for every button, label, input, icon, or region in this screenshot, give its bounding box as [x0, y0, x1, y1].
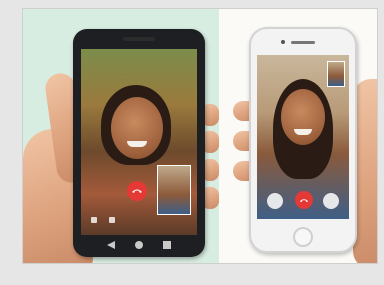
phone-hangup-icon[interactable]	[127, 181, 147, 201]
self-view-thumbnail	[157, 165, 191, 215]
recents-nav-icon[interactable]	[163, 241, 171, 249]
camera-switch-icon[interactable]	[91, 217, 97, 223]
caller-face	[281, 89, 325, 145]
phone-hangup-icon[interactable]	[295, 191, 313, 209]
phone-speaker	[123, 37, 155, 41]
home-nav-icon[interactable]	[135, 241, 143, 249]
front-camera	[281, 40, 285, 44]
photo-frame	[22, 8, 378, 264]
android-phone	[73, 29, 205, 257]
video-icon[interactable]	[109, 217, 115, 223]
home-button[interactable]	[293, 227, 313, 247]
back-nav-icon[interactable]	[107, 241, 115, 249]
phone-speaker	[291, 41, 315, 44]
page-bottom-margin	[22, 266, 378, 285]
microphone-icon[interactable]	[323, 193, 339, 209]
iphone	[249, 27, 357, 253]
caller-smile	[127, 141, 147, 147]
android-video-call-screen	[81, 49, 197, 235]
camera-switch-icon[interactable]	[267, 193, 283, 209]
self-view-thumbnail	[327, 61, 345, 87]
iphone-video-call-screen	[257, 55, 349, 219]
caller-face	[111, 97, 163, 159]
